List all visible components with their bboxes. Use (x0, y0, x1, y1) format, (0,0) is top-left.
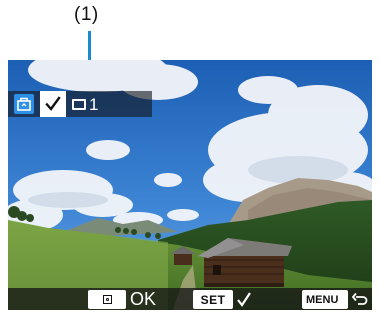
image-count: 1 (72, 93, 98, 115)
selection-checkbox[interactable] (40, 91, 66, 117)
set-button[interactable]: SET (193, 290, 233, 309)
check-icon (45, 96, 61, 111)
protect-icon (14, 94, 34, 114)
ok-label: OK (130, 289, 157, 309)
return-arrow-icon (352, 292, 368, 305)
check-icon (237, 292, 251, 307)
callout-label: (1) (74, 4, 99, 25)
image-count-value: 1 (89, 94, 99, 114)
menu-button[interactable]: MENU (302, 290, 348, 309)
image-frame-icon (72, 98, 86, 110)
magnify-button[interactable] (88, 290, 126, 309)
magnify-icon (102, 295, 112, 304)
camera-lcd-screen: 1 OK SET MENU (8, 60, 372, 310)
